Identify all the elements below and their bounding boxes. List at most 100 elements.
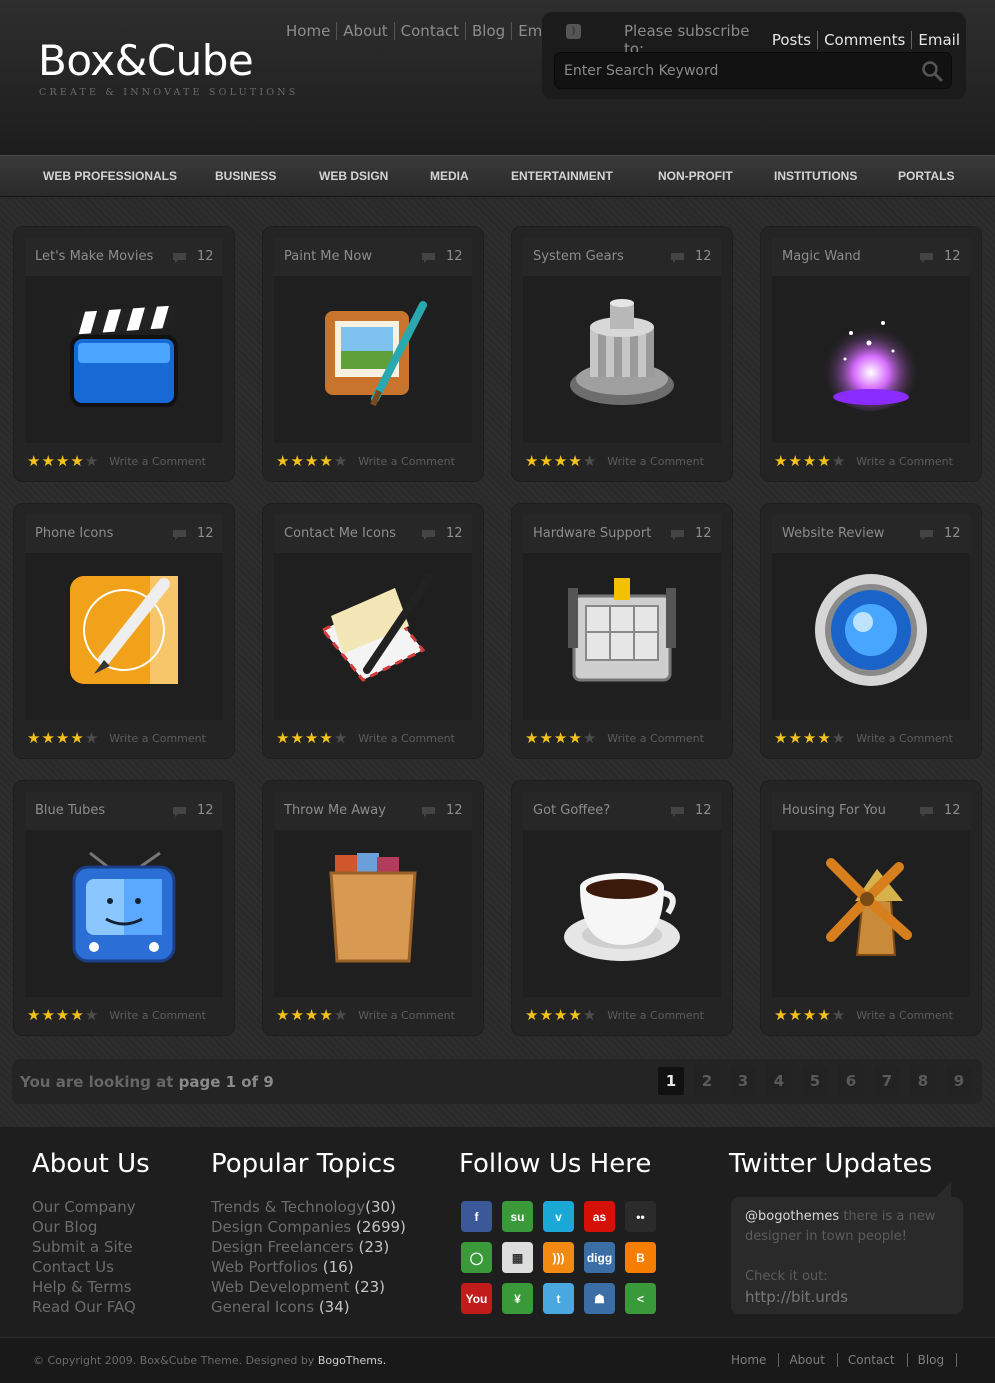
star-filled-icon[interactable]: ★ [525, 1008, 538, 1023]
star-filled-icon[interactable]: ★ [803, 1008, 816, 1023]
subscribe-email-link[interactable]: Email [912, 31, 966, 49]
star-empty-icon[interactable]: ★ [583, 1008, 596, 1023]
category-web-design[interactable]: WEB DSIGN [319, 169, 388, 183]
category-business[interactable]: BUSINESS [215, 169, 276, 183]
paint-brush-icon[interactable] [313, 293, 433, 413]
tweet-user[interactable]: @bogothemes [745, 1209, 839, 1224]
star-filled-icon[interactable]: ★ [70, 731, 83, 746]
subscribe-comments-link[interactable]: Comments [818, 31, 913, 49]
write-comment-link[interactable]: Write a Comment [856, 455, 953, 468]
tweet-link[interactable]: http://bit.urds [745, 1287, 949, 1307]
search-input[interactable] [555, 53, 895, 88]
star-filled-icon[interactable]: ★ [788, 454, 801, 469]
star-filled-icon[interactable]: ★ [817, 454, 830, 469]
bin-box-icon[interactable] [313, 847, 433, 967]
bottom-nav-home[interactable]: Home [725, 1353, 780, 1367]
bottom-nav-contact[interactable]: Contact [842, 1353, 908, 1367]
star-filled-icon[interactable]: ★ [817, 1008, 830, 1023]
star-filled-icon[interactable]: ★ [774, 731, 787, 746]
youtube-icon[interactable]: You [461, 1283, 492, 1314]
topic-link[interactable]: General Icons (34) [211, 1297, 406, 1317]
star-filled-icon[interactable]: ★ [568, 1008, 581, 1023]
page-number-7[interactable]: 7 [874, 1067, 900, 1095]
rss-icon[interactable]: ) [566, 24, 581, 39]
card-title[interactable]: Magic Wand [782, 249, 861, 264]
icon-card[interactable]: Website Review 12 ★ ★ ★ ★ ★ Write a Comment [760, 503, 982, 759]
write-comment-link[interactable]: Write a Comment [856, 732, 953, 745]
star-empty-icon[interactable]: ★ [583, 731, 596, 746]
card-title[interactable]: System Gears [533, 249, 624, 264]
card-title[interactable]: Throw Me Away [284, 803, 386, 818]
tree-icon[interactable]: ¥ [502, 1283, 533, 1314]
topic-link[interactable]: Trends & Technology(30) [211, 1197, 406, 1217]
icon-card[interactable]: Let's Make Movies 12 ★ ★ ★ ★ ★ Write a Comme… [13, 226, 235, 482]
rating-stars[interactable]: ★ ★ ★ ★ ★ [27, 1008, 99, 1023]
star-filled-icon[interactable]: ★ [539, 1008, 552, 1023]
card-title[interactable]: Paint Me Now [284, 249, 372, 264]
category-media[interactable]: MEDIA [430, 169, 469, 183]
twitter-icon[interactable]: t [543, 1283, 574, 1314]
write-comment-link[interactable]: Write a Comment [358, 455, 455, 468]
designer-link[interactable]: BogoThems. [318, 1354, 386, 1367]
about-link-submit[interactable]: Submit a Site [32, 1237, 136, 1257]
rating-stars[interactable]: ★ ★ ★ ★ ★ [774, 1008, 846, 1023]
icon-card[interactable]: Blue Tubes 12 ★ ★ ★ ★ ★ Write a Comment [13, 780, 235, 1036]
page-number-9[interactable]: 9 [946, 1067, 972, 1095]
write-comment-link[interactable]: Write a Comment [607, 455, 704, 468]
star-empty-icon[interactable]: ★ [583, 454, 596, 469]
flickr-icon[interactable]: •• [625, 1201, 656, 1232]
share-icon[interactable]: < [625, 1283, 656, 1314]
about-link-contact[interactable]: Contact Us [32, 1257, 136, 1277]
icon-card[interactable]: Housing For You 12 ★ ★ ★ ★ ★ Write a Comment [760, 780, 982, 1036]
star-filled-icon[interactable]: ★ [554, 1008, 567, 1023]
star-empty-icon[interactable]: ★ [334, 1008, 347, 1023]
star-filled-icon[interactable]: ★ [305, 454, 318, 469]
card-title[interactable]: Housing For You [782, 803, 886, 818]
star-filled-icon[interactable]: ★ [817, 731, 830, 746]
star-filled-icon[interactable]: ★ [70, 454, 83, 469]
write-comment-link[interactable]: Write a Comment [358, 732, 455, 745]
icon-card[interactable]: Contact Me Icons 12 ★ ★ ★ ★ ★ Write a Commen… [262, 503, 484, 759]
digg-icon[interactable]: digg [584, 1242, 615, 1273]
card-title[interactable]: Phone Icons [35, 526, 113, 541]
icon-card[interactable]: Throw Me Away 12 ★ ★ ★ ★ ★ Write a Comment [262, 780, 484, 1036]
category-portals[interactable]: PORTALS [898, 169, 954, 183]
top-nav-about[interactable]: About [337, 22, 395, 40]
star-filled-icon[interactable]: ★ [290, 454, 303, 469]
page-number-6[interactable]: 6 [838, 1067, 864, 1095]
topic-link[interactable]: Design Freelancers (23) [211, 1237, 406, 1257]
rating-stars[interactable]: ★ ★ ★ ★ ★ [276, 454, 348, 469]
write-comment-link[interactable]: Write a Comment [607, 1009, 704, 1022]
star-filled-icon[interactable]: ★ [305, 1008, 318, 1023]
delicious-icon[interactable]: ▦ [502, 1242, 533, 1273]
about-link-blog[interactable]: Our Blog [32, 1217, 136, 1237]
clapperboard-icon[interactable] [64, 293, 184, 413]
star-filled-icon[interactable]: ★ [27, 731, 40, 746]
rating-stars[interactable]: ★ ★ ★ ★ ★ [276, 731, 348, 746]
star-filled-icon[interactable]: ★ [305, 731, 318, 746]
subscribe-posts-link[interactable]: Posts [766, 31, 819, 49]
rating-stars[interactable]: ★ ★ ★ ★ ★ [525, 1008, 597, 1023]
rss-feed-icon[interactable]: ))) [543, 1242, 574, 1273]
coffee-cup-icon[interactable] [562, 847, 682, 967]
write-comment-link[interactable]: Write a Comment [856, 1009, 953, 1022]
rating-stars[interactable]: ★ ★ ★ ★ ★ [276, 1008, 348, 1023]
page-number-1[interactable]: 1 [658, 1067, 684, 1095]
stumbleupon-icon[interactable]: su [502, 1201, 533, 1232]
star-filled-icon[interactable]: ★ [27, 1008, 40, 1023]
star-empty-icon[interactable]: ★ [85, 1008, 98, 1023]
star-filled-icon[interactable]: ★ [554, 454, 567, 469]
star-filled-icon[interactable]: ★ [788, 1008, 801, 1023]
blogger-icon[interactable]: B [625, 1242, 656, 1273]
star-empty-icon[interactable]: ★ [334, 731, 347, 746]
vimeo-icon[interactable]: v [543, 1201, 574, 1232]
pen-nib-icon[interactable] [64, 570, 184, 690]
card-title[interactable]: Got Goffee? [533, 803, 610, 818]
write-comment-link[interactable]: Write a Comment [607, 732, 704, 745]
rating-stars[interactable]: ★ ★ ★ ★ ★ [27, 454, 99, 469]
top-nav-home[interactable]: Home [280, 22, 338, 40]
category-non-profit[interactable]: NON-PROFIT [658, 169, 733, 183]
star-filled-icon[interactable]: ★ [774, 454, 787, 469]
star-empty-icon[interactable]: ★ [832, 1008, 845, 1023]
icon-card[interactable]: Hardware Support 12 ★ ★ ★ ★ ★ Write a Commen… [511, 503, 733, 759]
